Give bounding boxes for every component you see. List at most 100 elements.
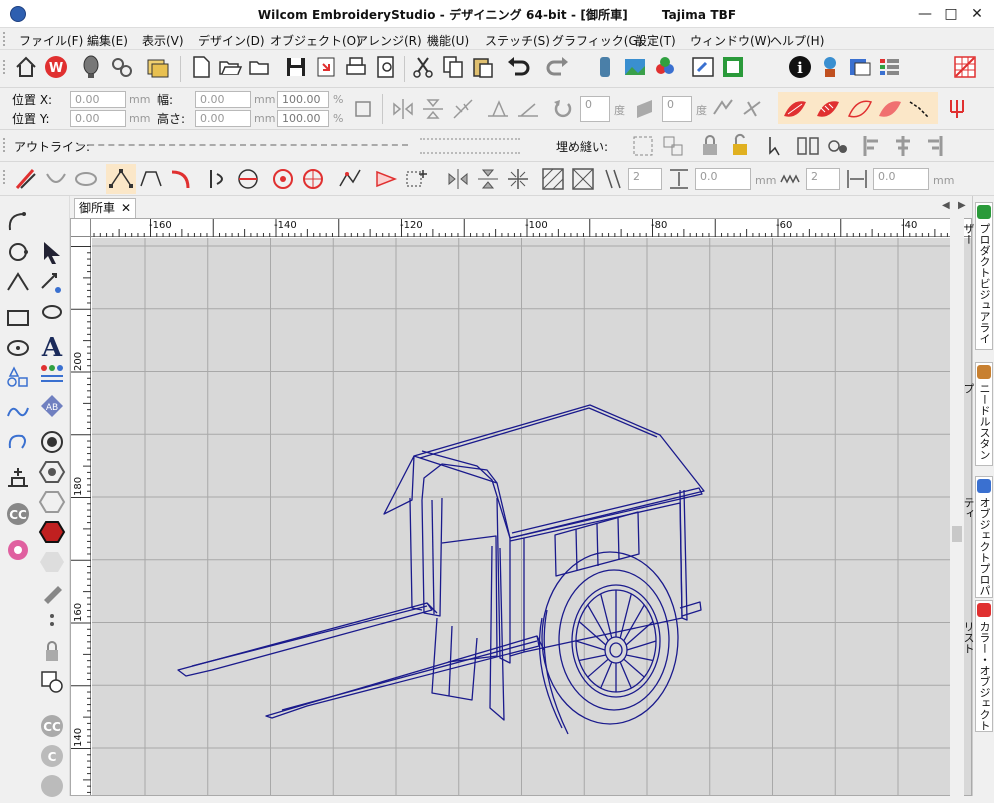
redo-icon[interactable]	[545, 54, 571, 80]
reshape-nodes-icon[interactable]	[108, 166, 134, 192]
menu-edit[interactable]: 編集(E)	[87, 32, 128, 49]
backtrack-icon[interactable]	[4, 428, 32, 456]
align-right-icon[interactable]	[920, 133, 946, 159]
align-left-icon[interactable]	[860, 133, 886, 159]
copy-icon[interactable]	[440, 54, 466, 80]
grip-handle[interactable]	[3, 60, 7, 74]
export-icon[interactable]	[313, 54, 339, 80]
split-icon[interactable]	[205, 166, 231, 192]
digitize-closed-icon[interactable]	[4, 238, 32, 266]
lock-tool-icon[interactable]	[38, 638, 66, 666]
lock-proportion-icon[interactable]	[350, 96, 376, 122]
menu-settings[interactable]: 設定(T)	[635, 32, 676, 49]
rotate-skew-icon[interactable]	[515, 96, 541, 122]
save-icon[interactable]	[283, 54, 309, 80]
menu-file[interactable]: ファイル(F)	[19, 32, 83, 49]
select-frame-2-icon[interactable]	[660, 133, 686, 159]
tab-product-visualizer[interactable]: プロダクトビジュアライザー	[962, 202, 993, 350]
tab-needle-stamp[interactable]: ニードルスタンプ	[962, 362, 993, 466]
height-percent-field[interactable]: 100.00	[277, 110, 329, 127]
mirror-h-icon[interactable]	[390, 96, 416, 122]
grip-handle[interactable]	[3, 32, 7, 46]
menu-design[interactable]: デザイン(D)	[198, 32, 265, 49]
hexagon-icon[interactable]	[38, 458, 66, 486]
slant-angle-field[interactable]: 0	[662, 96, 692, 122]
home-icon[interactable]	[13, 54, 39, 80]
pencil-icon[interactable]	[38, 578, 66, 606]
cart-design[interactable]	[92, 238, 952, 796]
hoop-icon[interactable]	[690, 54, 716, 80]
color-list-icon[interactable]	[877, 54, 903, 80]
hexagon-grey-icon[interactable]	[38, 548, 66, 576]
ellipse-icon[interactable]	[4, 334, 32, 362]
tab-object-properties[interactable]: オブジェクトプロパティ	[962, 476, 993, 598]
digitize-curve-icon[interactable]	[4, 208, 32, 236]
paste-icon[interactable]	[470, 54, 496, 80]
select-plus-icon[interactable]	[403, 166, 429, 192]
select-add-icon[interactable]	[765, 133, 791, 159]
vertical-spacing-icon[interactable]	[666, 166, 692, 192]
scrollbar-thumb[interactable]	[952, 526, 962, 542]
shapes-icon[interactable]	[4, 362, 32, 390]
reshape-arrow-icon[interactable]	[38, 268, 66, 296]
select-arrow-icon[interactable]	[38, 238, 66, 266]
grip-handle[interactable]	[3, 138, 7, 152]
horizontal-spacing-icon[interactable]	[844, 166, 870, 192]
tab-color-object-list[interactable]: カラー・オブジェクトリスト	[962, 600, 993, 732]
radial-icon[interactable]	[270, 166, 296, 192]
branch-icon[interactable]	[825, 133, 851, 159]
color-balls-icon[interactable]	[652, 54, 678, 80]
team-names-icon[interactable]	[38, 360, 66, 388]
tab-gosho-guruma[interactable]: 御所車 ✕	[74, 198, 136, 218]
image-import-icon[interactable]	[622, 54, 648, 80]
lock-icon[interactable]	[697, 133, 723, 159]
info-icon[interactable]: i	[787, 54, 813, 80]
target-icon[interactable]	[38, 428, 66, 456]
array-icon[interactable]	[540, 166, 566, 192]
print-icon[interactable]	[343, 54, 369, 80]
book-icon[interactable]	[795, 133, 821, 159]
folders-icon[interactable]	[145, 54, 171, 80]
outline-effects-strip[interactable]	[420, 138, 520, 154]
outline-types-strip[interactable]	[78, 144, 408, 148]
kaleidoscope-icon[interactable]	[570, 166, 596, 192]
appliqué-icon[interactable]	[4, 464, 32, 492]
knife-icon[interactable]	[13, 166, 39, 192]
stitch-player-icon[interactable]	[592, 54, 618, 80]
align-tool-icon[interactable]	[710, 96, 736, 122]
grip-handle[interactable]	[3, 170, 7, 184]
unlock-icon[interactable]	[727, 133, 753, 159]
tab-close-icon[interactable]: ✕	[121, 199, 131, 217]
rotate-icon[interactable]	[550, 96, 576, 122]
width-percent-field[interactable]: 100.00	[277, 91, 329, 108]
height-field[interactable]: 0.00	[195, 110, 251, 127]
ruler-corner[interactable]	[71, 219, 91, 237]
spacing-field-1[interactable]: 0.0	[695, 168, 751, 190]
hexagon-red-icon[interactable]	[38, 518, 66, 546]
gears-icon[interactable]	[108, 54, 134, 80]
menu-graphic[interactable]: グラフィック(G)	[552, 32, 642, 49]
bend-icon[interactable]	[168, 166, 194, 192]
scroll-left-icon[interactable]: ◀	[942, 200, 950, 211]
ring-icon[interactable]	[73, 166, 99, 192]
position-x-field[interactable]: 0.00	[70, 91, 126, 108]
open-folder-icon[interactable]	[217, 54, 243, 80]
grid-icon[interactable]	[952, 54, 978, 80]
tatami-leaf-icon[interactable]	[815, 96, 841, 122]
align-center-icon[interactable]	[890, 133, 916, 159]
menu-view[interactable]: 表示(V)	[142, 32, 184, 49]
skew-icon[interactable]	[485, 96, 511, 122]
undo-icon[interactable]	[505, 54, 531, 80]
menu-stitch[interactable]: ステッチ(S)	[485, 32, 550, 49]
menu-window[interactable]: ウィンドウ(W)	[690, 32, 771, 49]
mirror-v-icon[interactable]	[420, 96, 446, 122]
badge-icon[interactable]: AB	[38, 392, 66, 420]
monogram-icon[interactable]: CC	[4, 500, 32, 528]
new-file-icon[interactable]	[188, 54, 214, 80]
count-field-1[interactable]: 2	[628, 168, 662, 190]
spacing-field-2[interactable]: 0.0	[873, 168, 929, 190]
menu-arrange[interactable]: アレンジ(R)	[356, 32, 422, 49]
run-stitch-icon[interactable]	[907, 96, 933, 122]
open-recent-icon[interactable]	[247, 54, 273, 80]
width-field[interactable]: 0.00	[195, 91, 251, 108]
